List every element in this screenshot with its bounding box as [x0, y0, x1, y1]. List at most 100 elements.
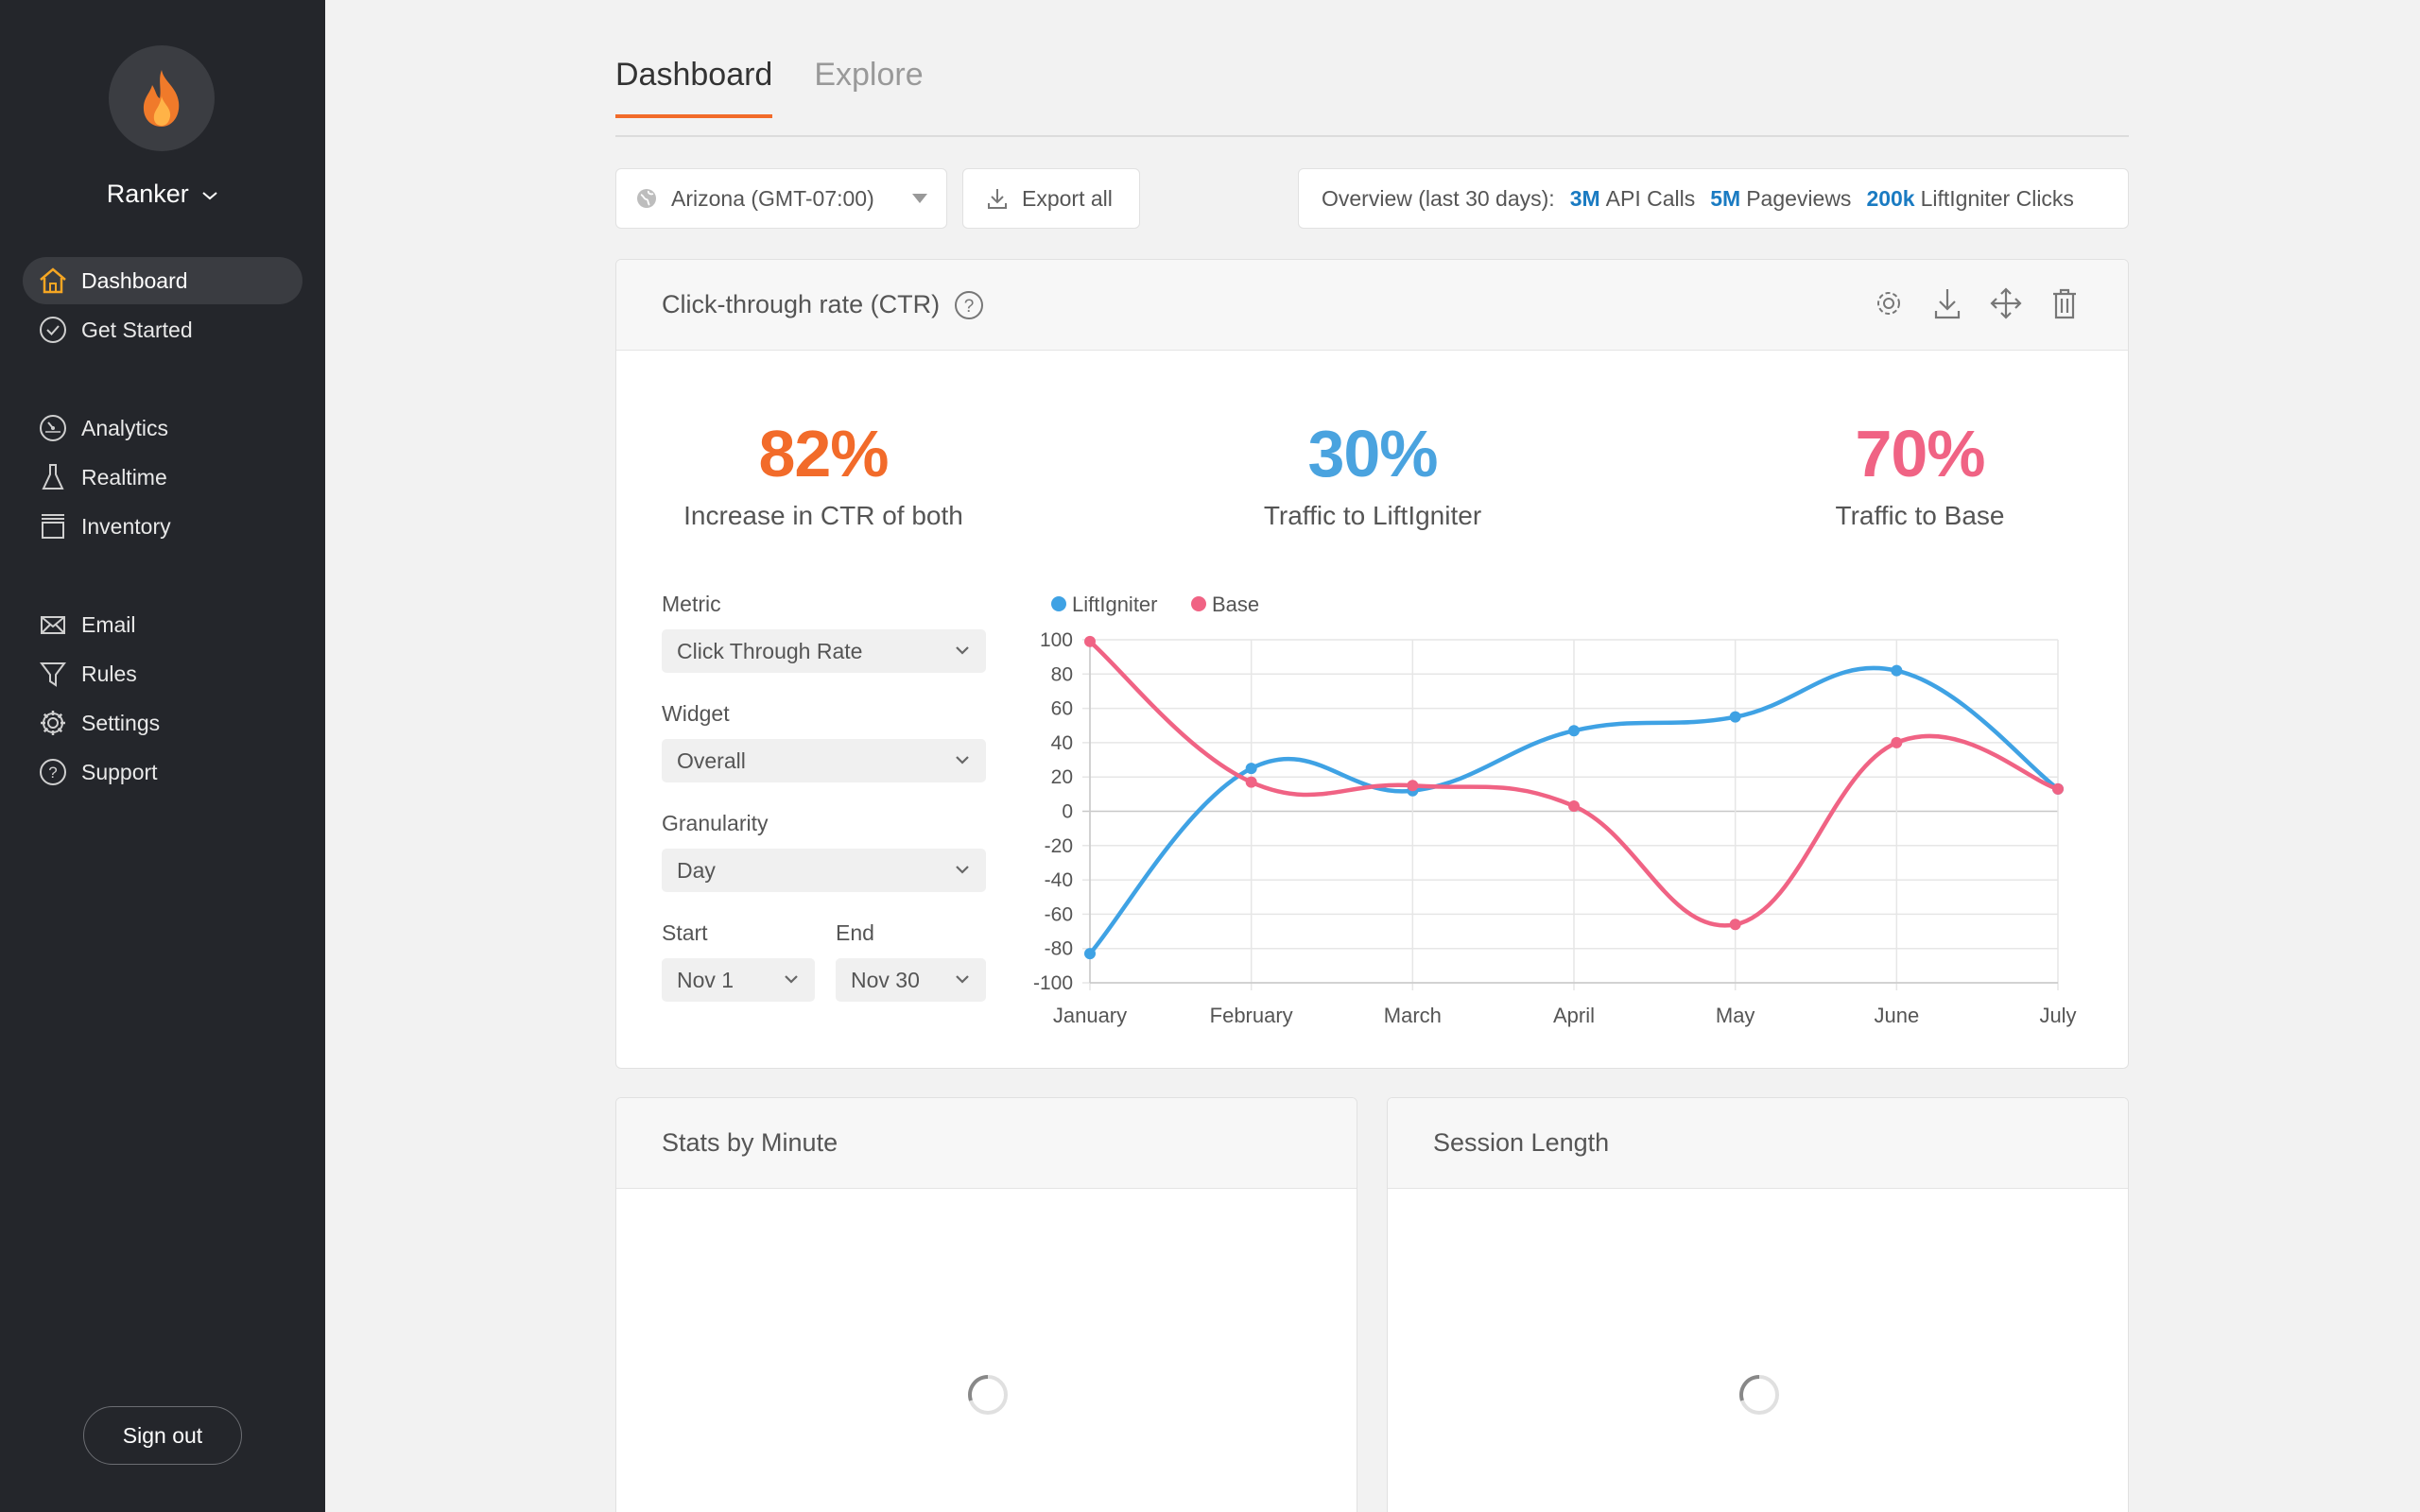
kpi-label: Traffic to Base	[1835, 501, 2005, 530]
y-tick-label: 40	[1051, 732, 1073, 754]
stats-card-header: Stats by Minute	[616, 1098, 1357, 1189]
data-point	[2052, 782, 2064, 795]
api-calls-label: API Calls	[1605, 185, 1696, 211]
session-card-header: Session Length	[1388, 1098, 2128, 1189]
sidebar-item-label: Analytics	[81, 415, 169, 440]
data-point	[1891, 664, 1903, 677]
sidebar-item-get-started[interactable]: Get Started	[23, 306, 302, 353]
sidebar-item-dashboard[interactable]: Dashboard	[23, 257, 302, 304]
export-all-label: Export all	[1022, 185, 1113, 211]
sidebar-item-realtime[interactable]: Realtime	[23, 454, 302, 501]
x-tick-label: May	[1716, 1004, 1755, 1027]
overview-label: Overview (last 30 days):	[1322, 185, 1555, 211]
chevron-down-icon	[956, 866, 969, 874]
kpi-ctr-increase: 82% Increase in CTR of both	[587, 416, 1060, 531]
sidebar-item-label: Dashboard	[81, 267, 188, 293]
svg-text:?: ?	[964, 297, 975, 317]
chevron-down-icon	[785, 975, 798, 984]
gear-icon	[36, 706, 70, 740]
sidebar-item-analytics[interactable]: Analytics	[23, 404, 302, 452]
x-tick-label: June	[1874, 1004, 1919, 1027]
data-point	[1245, 776, 1257, 788]
tab-explore[interactable]: Explore	[814, 57, 923, 118]
sidebar-item-support[interactable]: ? Support	[23, 748, 302, 796]
start-select[interactable]: Nov 1	[662, 958, 815, 1002]
help-icon[interactable]: ?	[953, 289, 985, 321]
sidebar: Ranker Dashboard Get Started Analytics R…	[0, 0, 325, 1512]
sign-out-button[interactable]: Sign out	[83, 1406, 242, 1465]
ctr-card-header: Click-through rate (CTR) ?	[616, 260, 2128, 351]
pageviews-label: Pageviews	[1746, 185, 1852, 211]
y-tick-label: -40	[1045, 869, 1073, 891]
ctr-card-title: Click-through rate (CTR)	[662, 290, 941, 318]
session-length-card: Session Length	[1387, 1097, 2129, 1512]
kpi-value: 70%	[1855, 417, 1985, 490]
sidebar-item-label: Settings	[81, 710, 161, 735]
org-name: Ranker	[106, 180, 189, 208]
kpi-value: 30%	[1307, 417, 1438, 490]
timezone-select[interactable]: Arizona (GMT-07:00)	[615, 168, 947, 229]
api-calls-value: 3M	[1569, 185, 1600, 211]
chevron-down-icon	[956, 975, 969, 984]
download-icon[interactable]	[1929, 284, 1965, 322]
granularity-select[interactable]: Day	[662, 849, 986, 892]
sidebar-item-label: Rules	[81, 661, 137, 686]
end-select[interactable]: Nov 30	[836, 958, 986, 1002]
y-tick-label: 100	[1040, 629, 1073, 651]
pageviews-value: 5M	[1710, 185, 1741, 211]
start-value: Nov 1	[677, 967, 735, 992]
data-point	[1245, 763, 1257, 775]
sidebar-item-inventory[interactable]: Inventory	[23, 503, 302, 550]
box-icon	[36, 509, 70, 543]
org-switcher[interactable]: Ranker	[0, 180, 325, 209]
sidebar-item-rules[interactable]: Rules	[23, 650, 302, 697]
chevron-down-icon	[956, 756, 969, 765]
sidebar-item-email[interactable]: Email	[23, 601, 302, 648]
data-point	[1084, 635, 1096, 647]
data-point	[1084, 948, 1096, 960]
sidebar-item-label: Support	[81, 759, 158, 784]
kpi-traffic-liftigniter: 30% Traffic to LiftIgniter	[1136, 416, 1609, 531]
legend-label: LiftIgniter	[1072, 593, 1158, 616]
card-actions	[1871, 284, 2083, 322]
sidebar-item-label: Inventory	[81, 513, 171, 539]
mail-icon	[36, 608, 70, 642]
sidebar-item-settings[interactable]: Settings	[23, 699, 302, 747]
widget-select[interactable]: Overall	[662, 739, 986, 782]
sidebar-item-label: Get Started	[81, 317, 193, 342]
svg-text:?: ?	[48, 764, 57, 782]
sidebar-item-label: Realtime	[81, 464, 167, 490]
data-point	[1729, 711, 1741, 723]
y-tick-label: -20	[1045, 835, 1073, 857]
widget-value: Overall	[677, 747, 746, 773]
stats-card-title: Stats by Minute	[662, 1128, 838, 1157]
widget-label: Widget	[662, 701, 730, 726]
move-icon[interactable]	[1988, 284, 2024, 322]
tab-dashboard[interactable]: Dashboard	[615, 57, 773, 118]
stats-by-minute-card: Stats by Minute	[615, 1097, 1357, 1512]
legend-label: Base	[1212, 593, 1259, 616]
help-icon: ?	[36, 755, 70, 789]
trash-icon[interactable]	[2047, 284, 2083, 322]
data-point	[1407, 780, 1419, 792]
chevron-down-icon	[956, 646, 969, 655]
gear-icon[interactable]	[1871, 284, 1907, 322]
tabs-divider	[615, 135, 2129, 137]
main-tabs: Dashboard Explore	[615, 57, 924, 118]
start-label: Start	[662, 920, 708, 945]
clicks-value: 200k	[1866, 185, 1915, 211]
download-icon	[988, 189, 1007, 209]
x-tick-label: July	[2039, 1004, 2076, 1027]
end-label: End	[836, 920, 874, 945]
timezone-value: Arizona (GMT-07:00)	[671, 185, 874, 211]
export-all-button[interactable]: Export all	[962, 168, 1140, 229]
kpi-traffic-base: 70% Traffic to Base	[1684, 416, 2156, 531]
caret-down-icon	[912, 194, 927, 203]
legend-swatch	[1191, 596, 1206, 611]
globe-icon	[637, 189, 656, 208]
org-logo[interactable]	[109, 45, 215, 151]
metric-value: Click Through Rate	[677, 638, 863, 663]
data-point	[1891, 736, 1903, 748]
metric-select[interactable]: Click Through Rate	[662, 629, 986, 673]
session-card-title: Session Length	[1433, 1128, 1610, 1157]
